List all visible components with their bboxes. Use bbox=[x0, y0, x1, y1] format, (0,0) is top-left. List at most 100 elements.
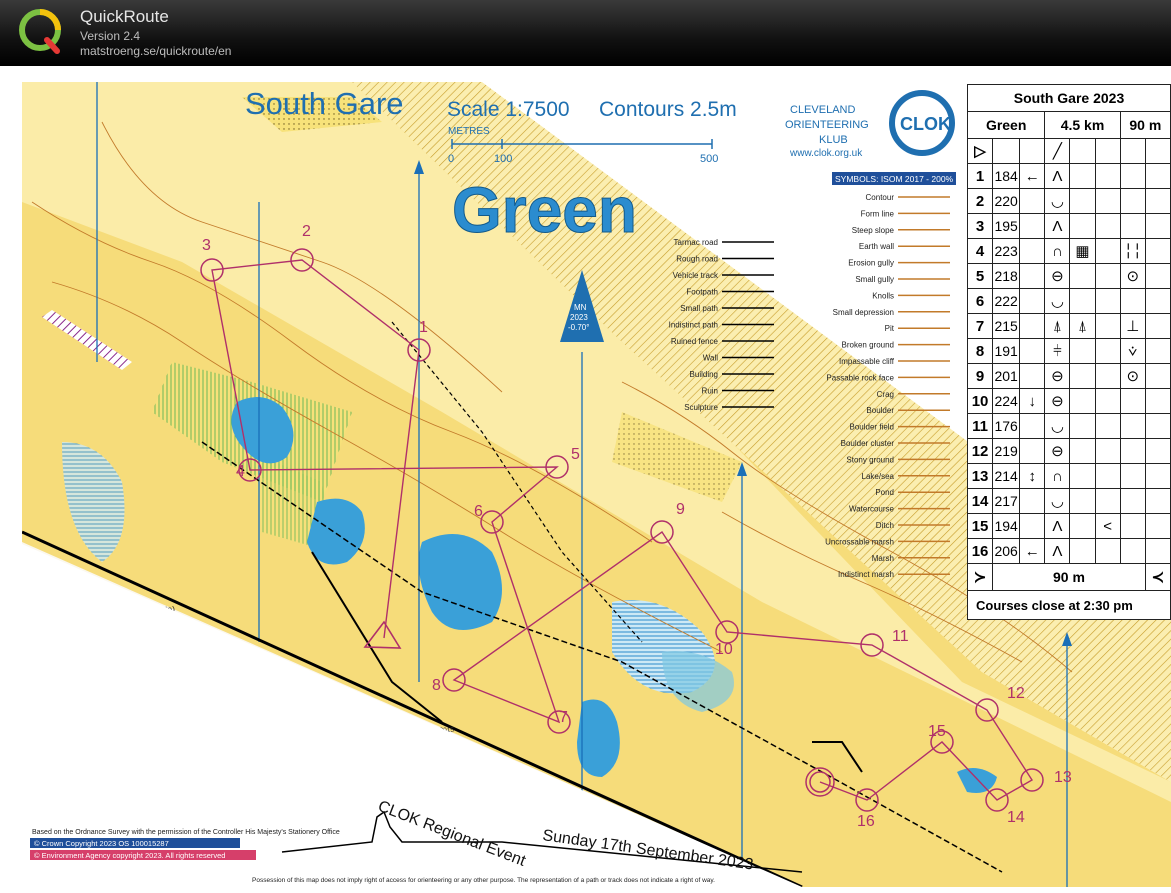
app-url[interactable]: matstroeng.se/quickroute/en bbox=[80, 44, 231, 58]
legend-label: Knolls bbox=[872, 291, 894, 300]
desc-cell-num: 5 bbox=[966, 263, 994, 289]
desc-cell-g: ⩒ bbox=[1119, 338, 1146, 364]
legend-label: Indistinct path bbox=[669, 321, 718, 330]
desc-row: 2 220 ◡ bbox=[966, 188, 1171, 214]
desc-length: 4.5 km bbox=[1044, 111, 1121, 139]
desc-cell-d: ⊖ bbox=[1044, 438, 1071, 464]
desc-cell-c bbox=[1019, 188, 1046, 214]
desc-row: 16 206 ← Λ bbox=[966, 538, 1171, 564]
desc-cell-g bbox=[1119, 213, 1146, 239]
desc-cell-d: ◡ bbox=[1044, 488, 1071, 514]
desc-cell-g bbox=[1119, 413, 1146, 439]
desc-cell-h bbox=[1144, 413, 1171, 439]
desc-cell-num: 13 bbox=[966, 463, 994, 489]
control-number: 2 bbox=[302, 223, 311, 240]
desc-close-note: Courses close at 2:30 pm bbox=[967, 590, 1171, 620]
club-line-3: KLUB bbox=[819, 134, 848, 146]
legend-label: Small path bbox=[680, 304, 718, 313]
desc-cell-code: 194 bbox=[992, 513, 1021, 539]
desc-cell-e bbox=[1069, 513, 1096, 539]
control-number: 1 bbox=[419, 319, 428, 336]
desc-cell-c bbox=[1019, 513, 1046, 539]
control-number: 15 bbox=[928, 723, 946, 740]
desc-cell-c: ↓ bbox=[1019, 388, 1046, 414]
desc-cell-e bbox=[1069, 363, 1096, 389]
title-bar: QuickRoute Version 2.4 matstroeng.se/qui… bbox=[0, 0, 1171, 66]
desc-cell-c bbox=[1019, 238, 1046, 264]
desc-cell-d: ⍋ bbox=[1044, 313, 1071, 339]
scalebar-tick-0: 0 bbox=[448, 153, 454, 165]
desc-cell-g: ⊥ bbox=[1119, 313, 1146, 339]
control-number: 16 bbox=[857, 813, 875, 830]
desc-cell-c bbox=[1019, 438, 1046, 464]
desc-event: South Gare 2023 bbox=[967, 84, 1171, 112]
desc-cell-f bbox=[1094, 388, 1121, 414]
desc-cell-c bbox=[1019, 488, 1046, 514]
legend-label: Passable rock face bbox=[826, 373, 894, 382]
desc-row: 15 194 Λ < bbox=[966, 513, 1171, 539]
desc-cell-g: ⊙ bbox=[1119, 363, 1146, 389]
desc-row: 1 184 ← Λ bbox=[966, 163, 1171, 189]
svg-text:CLOK: CLOK bbox=[900, 114, 951, 134]
club-line-1: CLEVELAND bbox=[790, 104, 855, 116]
desc-cell-g bbox=[1119, 488, 1146, 514]
desc-cell-e bbox=[1069, 388, 1096, 414]
desc-cell-num: 10 bbox=[966, 388, 994, 414]
desc-cell-num: 14 bbox=[966, 488, 994, 514]
desc-cell-code: 223 bbox=[992, 238, 1021, 264]
desc-cell-d: ◡ bbox=[1044, 188, 1071, 214]
desc-cell-g: ╎╎ bbox=[1119, 238, 1146, 264]
control-number: 13 bbox=[1054, 769, 1072, 786]
club-url: www.clok.org.uk bbox=[789, 148, 863, 159]
desc-cell-d: Λ bbox=[1044, 163, 1071, 189]
desc-climb: 90 m bbox=[1119, 111, 1171, 139]
legend-label: Ruin bbox=[702, 387, 718, 396]
legend-label: Impassable cliff bbox=[839, 357, 895, 366]
legend-label: Footpath bbox=[686, 288, 718, 297]
copyright-ea: © Environment Agency copyright 2023. All… bbox=[34, 851, 225, 860]
map-contours: Contours 2.5m bbox=[599, 98, 737, 121]
control-number: 14 bbox=[1007, 809, 1025, 826]
legend-label: Pond bbox=[875, 488, 894, 497]
legend-label: Steep slope bbox=[852, 226, 895, 235]
control-number: 11 bbox=[892, 628, 909, 645]
desc-cell-d: ⫩ bbox=[1044, 338, 1071, 364]
desc-cell-code: 218 bbox=[992, 263, 1021, 289]
desc-cell-f bbox=[1094, 488, 1121, 514]
desc-cell-f bbox=[1094, 288, 1121, 314]
desc-finish-distance: 90 m bbox=[992, 563, 1146, 591]
course-name: Green bbox=[452, 174, 637, 246]
desc-cell-code: 206 bbox=[992, 538, 1021, 564]
desc-cell-num: 6 bbox=[966, 288, 994, 314]
desc-cell-num: 16 bbox=[966, 538, 994, 564]
desc-cell-d: ◡ bbox=[1044, 413, 1071, 439]
legend-label: Rough road bbox=[676, 255, 718, 264]
desc-cell-code: 220 bbox=[992, 188, 1021, 214]
desc-cell-c: ← bbox=[1019, 538, 1046, 564]
control-number: 8 bbox=[432, 677, 441, 694]
desc-cell-e bbox=[1069, 338, 1096, 364]
legend-label: Form line bbox=[861, 209, 895, 218]
legend-label: Sculpture bbox=[684, 403, 718, 412]
legend-label: Boulder field bbox=[850, 423, 894, 432]
control-number: 7 bbox=[559, 709, 568, 726]
desc-cell-h bbox=[1144, 338, 1171, 364]
map-scale: Scale 1:7500 bbox=[447, 98, 570, 121]
legend-label: Small depression bbox=[833, 308, 894, 317]
legend-label: Ruined fence bbox=[671, 337, 719, 346]
desc-cell-e bbox=[1069, 438, 1096, 464]
desc-cell-f bbox=[1094, 313, 1121, 339]
desc-cell-g bbox=[1119, 538, 1146, 564]
desc-cell-g: ⊙ bbox=[1119, 263, 1146, 289]
desc-cell-e bbox=[1069, 163, 1096, 189]
finish-right-icon: ≺ bbox=[1144, 563, 1171, 591]
desc-row: 6 222 ◡ bbox=[966, 288, 1171, 314]
desc-cell-h bbox=[1144, 538, 1171, 564]
desc-cell-d: ⊖ bbox=[1044, 388, 1071, 414]
legend-label: Watercourse bbox=[849, 505, 895, 514]
desc-cell-c: ↕ bbox=[1019, 463, 1046, 489]
legend-label: Building bbox=[690, 370, 718, 379]
legend-label: Wall bbox=[703, 354, 718, 363]
desc-cell-f bbox=[1094, 338, 1121, 364]
desc-cell-num: 4 bbox=[966, 238, 994, 264]
